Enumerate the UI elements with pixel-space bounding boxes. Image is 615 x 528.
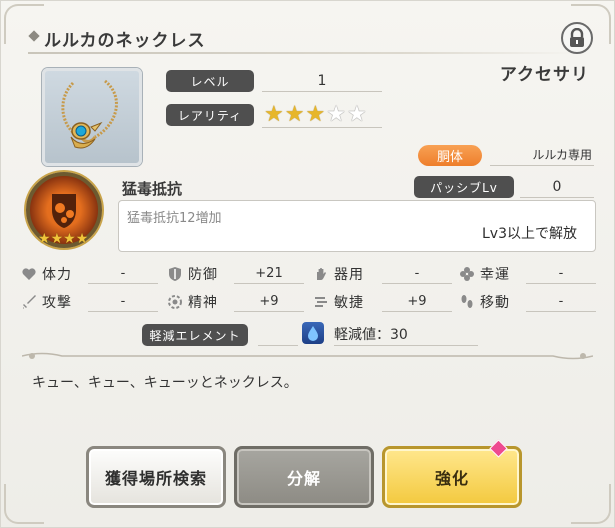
skill-unlock-condition: Lv3以上で解放 [482,226,577,242]
frame-corner [4,4,44,44]
sword-icon [20,293,38,311]
stat-value: +21 [234,264,304,284]
heart-icon [20,265,38,283]
lock-button[interactable] [561,22,593,54]
star-empty-icon: ★ [326,102,346,127]
stat-label: 体力 [42,267,72,283]
star-filled-icon: ★ [305,102,326,127]
skill-description: 猛毒抵抗12増加 [127,211,222,226]
hand-icon [312,265,330,283]
spirit-icon [166,293,184,311]
footprint-icon [458,293,476,311]
stat-hp: 体力 [20,264,82,284]
shield-icon [166,265,184,283]
title-underline [28,52,576,54]
star-filled-icon: ★ [38,231,51,247]
star-filled-icon: ★ [284,102,305,127]
item-name: ルルカのネックレス [44,31,206,51]
star-filled-icon: ★ [50,231,64,247]
skill-description-box: 猛毒抵抗12増加 Lv3以上で解放 [118,200,596,252]
stat-label: 幸運 [480,267,510,283]
water-drop-icon [302,322,324,344]
stat-label: 攻撃 [42,295,72,311]
star-filled-icon: ★ [264,102,284,127]
decompose-button[interactable]: 分解 [234,446,374,508]
stat-label: 精神 [188,295,218,311]
necklace-icon [61,79,118,149]
frame-corner [4,484,44,524]
stat-label: 器用 [334,267,364,283]
lock-icon [570,28,584,47]
item-flavor-text: キュー、キュー、キューッとネックレス。 [32,375,298,391]
stat-dexterity: 器用 [312,264,374,284]
body-part-badge: 胴体 [418,145,482,166]
rarity-label: レアリティ [166,104,254,126]
rarity-underline [262,127,382,128]
stat-value: - [88,264,158,284]
passive-level-value: 0 [520,176,594,198]
element-reduction-label: 軽減エレメント [142,324,248,346]
star-filled-icon: ★ [63,231,76,247]
level-label: レベル [166,70,254,92]
element-reduction-value: 軽減値：30 [334,324,478,346]
character-exclusive: ルルカ専用 [490,145,594,166]
rarity-stars: ★ ★ ★ ★ ★ [264,104,367,126]
passive-level-label: パッシブLv [414,176,514,198]
stat-value: +9 [234,292,304,312]
level-value: 1 [262,70,382,92]
stat-movement: 移動 [458,292,520,312]
stat-value: - [526,264,596,284]
stat-value: - [382,264,452,284]
stat-spirit: 精神 [166,292,228,312]
stat-attack: 攻撃 [20,292,82,312]
stat-defense: 防御 [166,264,228,284]
stat-luck: 幸運 [458,264,520,284]
star-filled-icon: ★ [75,231,89,247]
enhance-button[interactable]: 強化 [382,446,522,508]
wind-icon [312,293,330,311]
stat-value: - [526,292,596,312]
stat-value: - [88,292,158,312]
ornament-divider [22,352,593,360]
skill-name: 猛毒抵抗 [122,180,183,198]
item-image [42,68,142,166]
search-location-button[interactable]: 獲得場所検索 [86,446,226,508]
item-category: アクセサリ [499,65,589,85]
element-underline [258,345,298,346]
clover-icon [458,265,476,283]
stat-label: 移動 [480,295,510,311]
skill-stars: ★ ★ ★ ★ [38,232,88,246]
frame-corner [571,484,611,524]
stat-label: 敏捷 [334,295,364,311]
stat-label: 防御 [188,267,218,283]
stat-value: +9 [382,292,452,312]
star-empty-icon: ★ [346,102,367,127]
stat-agility: 敏捷 [312,292,374,312]
